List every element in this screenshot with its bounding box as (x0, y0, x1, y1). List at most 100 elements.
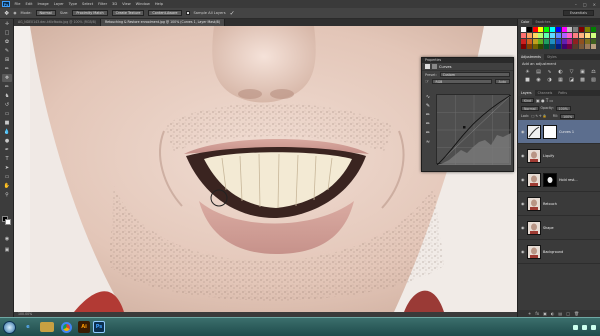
invert-icon[interactable]: ◪ (568, 77, 575, 83)
layer-row[interactable]: ◉ Shape (518, 216, 600, 241)
menu-3d[interactable]: 3D (110, 2, 120, 6)
close-icon[interactable]: × (593, 2, 596, 7)
menu-layer[interactable]: Layer (51, 2, 66, 6)
curve-graph[interactable] (436, 94, 512, 166)
color-swatch[interactable] (544, 27, 550, 32)
mask-icon[interactable] (432, 64, 437, 69)
tab-styles[interactable]: Styles (544, 54, 560, 60)
menu-view[interactable]: View (120, 2, 134, 6)
tab-color[interactable]: Color (518, 19, 533, 25)
color-swatch[interactable] (538, 44, 544, 50)
channel-select[interactable]: RGB (432, 79, 492, 84)
channel-mixer-icon[interactable]: ◑ (546, 77, 553, 83)
document-tab[interactable]: Retouching & Restore enroolment.jpg @ 10… (101, 19, 226, 26)
color-swatch[interactable] (521, 32, 526, 38)
trash-icon[interactable]: 🗑 (574, 311, 579, 316)
exposure-icon[interactable]: ◐ (557, 69, 564, 75)
color-swatch[interactable] (590, 44, 596, 50)
threshold-icon[interactable]: ▧ (590, 77, 597, 83)
white-point-eyedropper-icon[interactable]: ✏ (425, 130, 431, 136)
quick-select-tool-icon[interactable]: ✎ (2, 47, 12, 55)
crop-tool-icon[interactable]: ⊞ (2, 56, 12, 64)
new-layer-icon[interactable]: □ (566, 311, 570, 316)
color-lookup-icon[interactable]: ▦ (557, 77, 564, 83)
color-swatch[interactable] (555, 38, 561, 44)
color-swatch[interactable] (532, 38, 538, 44)
menu-edit[interactable]: Edit (23, 2, 35, 6)
visibility-eye-icon[interactable]: ◉ (521, 153, 525, 158)
visibility-eye-icon[interactable]: ◉ (521, 249, 525, 254)
color-swatch[interactable] (526, 44, 532, 50)
dodge-tool-icon[interactable]: ● (2, 137, 12, 145)
color-swatch[interactable] (578, 27, 584, 32)
vibrance-icon[interactable]: ▽ (568, 69, 575, 75)
black-point-eyedropper-icon[interactable]: ✏ (425, 112, 431, 118)
history-brush-tool-icon[interactable]: ↺ (2, 101, 12, 109)
add-mask-icon[interactable]: ▣ (543, 311, 547, 316)
target-adjust-icon[interactable]: ☞ (425, 79, 429, 85)
pressure-icon[interactable]: ✓ (230, 10, 235, 17)
color-swatch[interactable] (561, 44, 567, 50)
content-aware-button[interactable]: Content-Aware (148, 10, 182, 16)
screen-mode-icon[interactable]: ▣ (2, 246, 12, 254)
hue-saturation-icon[interactable]: ▣ (579, 69, 586, 75)
menu-select[interactable]: Select (80, 2, 96, 6)
hand-tool-icon[interactable]: ✋ (2, 182, 12, 190)
auto-button[interactable]: Auto (494, 79, 510, 84)
visibility-eye-icon[interactable]: ◉ (521, 225, 525, 230)
network-icon[interactable] (573, 324, 578, 330)
color-swatch[interactable] (567, 38, 573, 44)
fill-value[interactable]: 100% (560, 113, 576, 119)
color-swatch[interactable] (549, 27, 555, 32)
internet-explorer-icon[interactable]: e (19, 320, 37, 335)
menu-type[interactable]: Type (66, 2, 79, 6)
color-swatch[interactable] (590, 27, 596, 32)
color-swatch[interactable] (584, 32, 590, 38)
volume-icon[interactable] (582, 324, 587, 330)
layer-row[interactable]: ◉ Liquify (518, 144, 600, 169)
color-swatch[interactable] (561, 38, 567, 44)
color-swatch[interactable] (538, 27, 544, 32)
layer-row[interactable]: ◉ Background (518, 240, 600, 265)
zoom-tool-icon[interactable]: ⚲ (2, 191, 12, 199)
clone-stamp-tool-icon[interactable]: ♞ (2, 92, 12, 100)
color-swatch[interactable] (555, 32, 561, 38)
mode-select[interactable]: Normal (35, 10, 56, 16)
opacity-value[interactable]: 100% (555, 105, 571, 111)
photoshop-taskbar-icon[interactable]: Ps (93, 321, 105, 333)
pencil-draw-icon[interactable]: ✎ (425, 103, 431, 109)
gradient-tool-icon[interactable]: ■ (2, 119, 12, 127)
photo-filter-icon[interactable]: ◉ (535, 77, 542, 83)
color-swatch[interactable] (526, 27, 532, 32)
color-swatch[interactable] (532, 32, 538, 38)
healing-brush-tool-icon[interactable]: ❖ (2, 74, 12, 82)
maximize-icon[interactable]: □ (583, 2, 587, 7)
file-explorer-icon[interactable] (40, 322, 54, 332)
color-swatch[interactable] (544, 32, 550, 38)
brush-tool-icon[interactable]: ✏ (2, 83, 12, 91)
color-swatch[interactable] (567, 44, 573, 50)
quick-mask-icon[interactable]: ◉ (2, 235, 12, 243)
layer-row[interactable]: ◉ Curves 1 (518, 120, 600, 145)
color-swatch[interactable] (573, 32, 579, 38)
color-swatch[interactable] (578, 44, 584, 50)
new-group-icon[interactable]: ▤ (558, 311, 562, 316)
color-swatch[interactable] (532, 27, 538, 32)
pen-tool-icon[interactable]: ✒ (2, 146, 12, 154)
proximity-match-button[interactable]: Proximity Match (72, 10, 108, 16)
color-swatch[interactable] (590, 32, 596, 38)
color-swatch[interactable] (590, 38, 596, 44)
lasso-tool-icon[interactable]: ✿ (2, 38, 12, 46)
illustrator-icon[interactable]: Ai (78, 321, 90, 333)
path-selection-tool-icon[interactable]: ➤ (2, 164, 12, 172)
color-swatch[interactable] (573, 44, 579, 50)
document-tab[interactable]: AG_NDE0143.dec-k6lcfkodo.jpg @ 100% (RGB… (14, 19, 102, 26)
color-swatch[interactable] (544, 44, 550, 50)
filter-icons[interactable]: ▣ ● T ▭ (536, 98, 553, 103)
tab-channels[interactable]: Channels (535, 90, 556, 96)
workspace-switcher[interactable]: Essentials (563, 10, 594, 16)
create-texture-button[interactable]: Create Texture (111, 10, 145, 16)
menu-image[interactable]: Image (35, 2, 51, 6)
visibility-eye-icon[interactable]: ◉ (521, 177, 525, 182)
color-swatch[interactable] (549, 44, 555, 50)
